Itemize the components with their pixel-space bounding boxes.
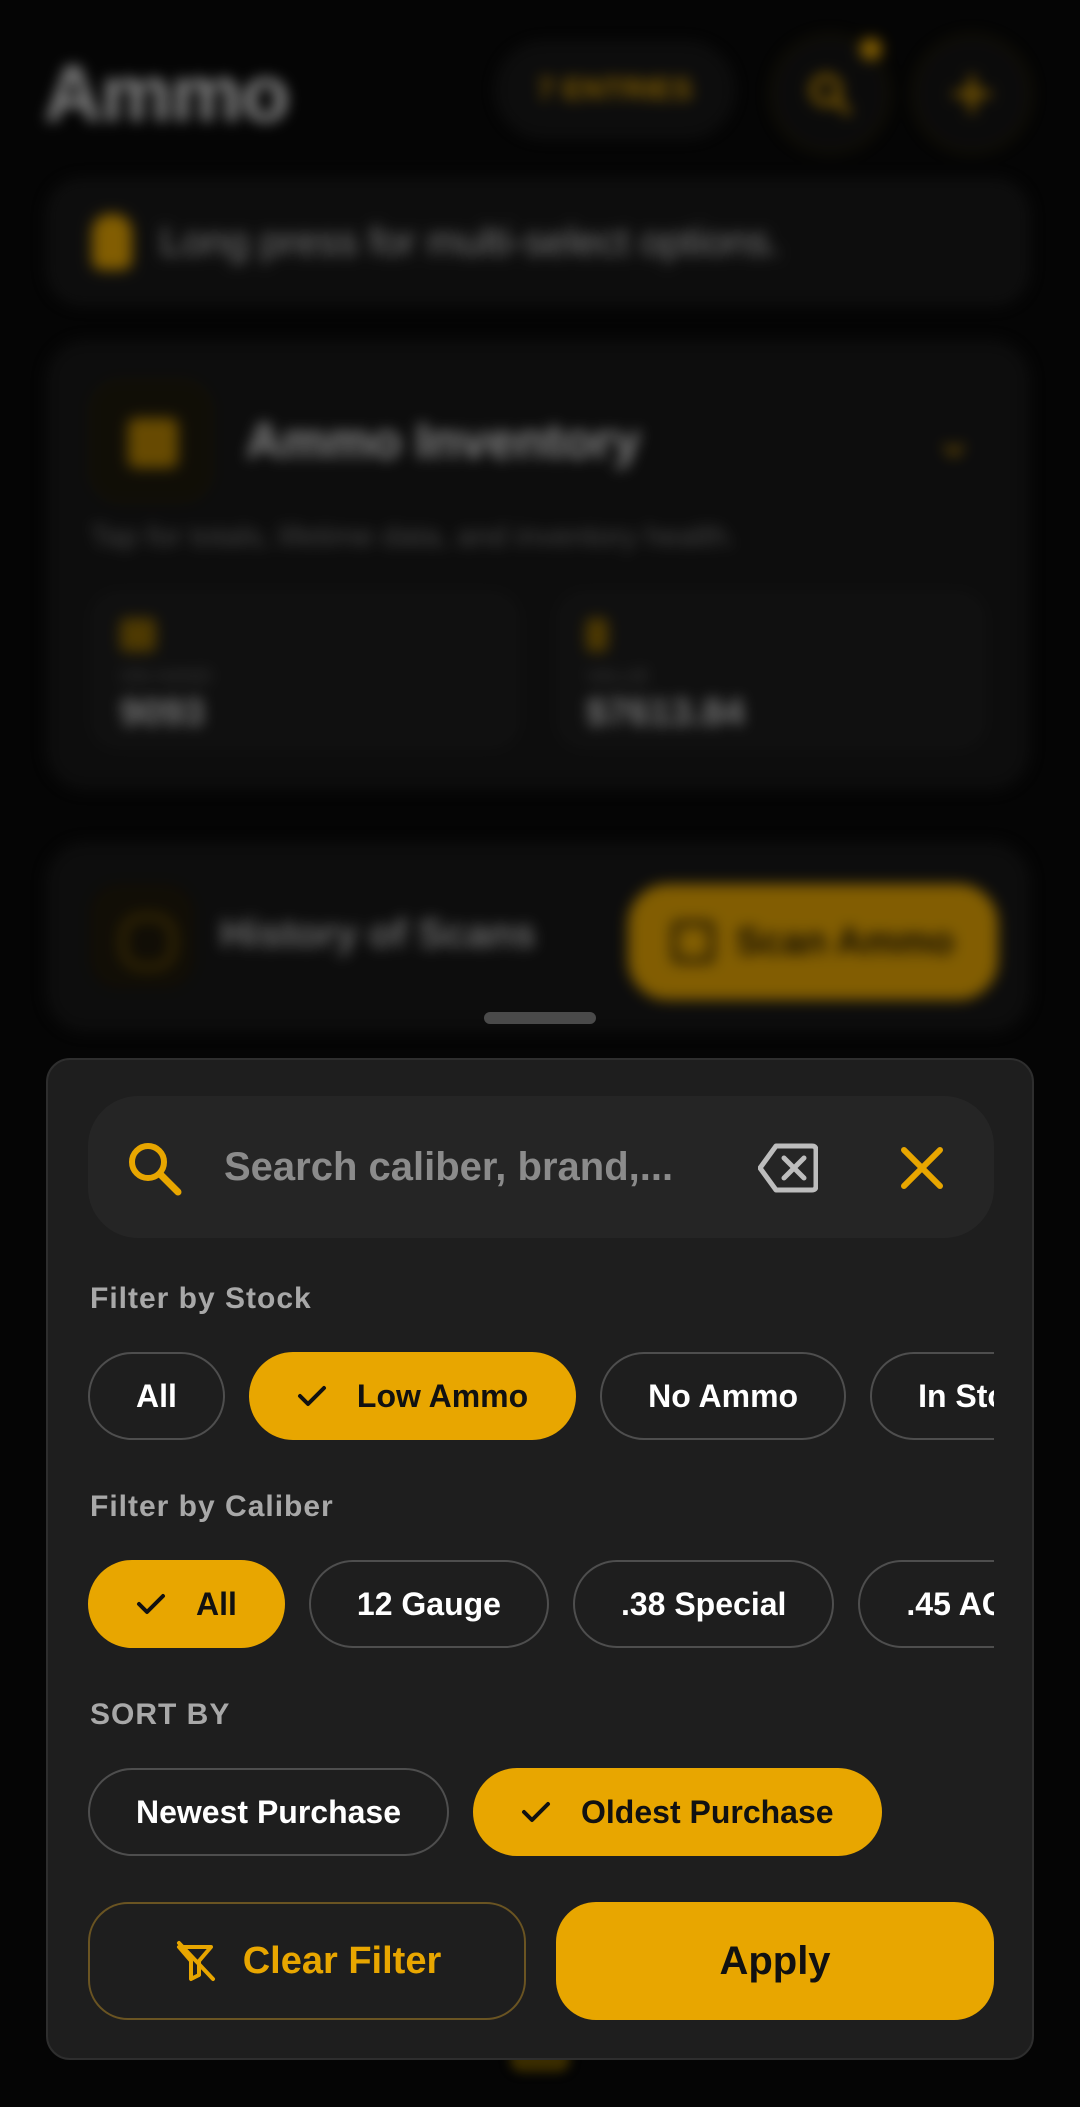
stock-chip-row[interactable]: All Low Ammo No Ammo In Stock	[88, 1352, 994, 1442]
chip-label: Low Ammo	[356, 1377, 529, 1414]
chip-label: All	[136, 1377, 177, 1414]
chip-stock-in-stock[interactable]: In Stock	[870, 1352, 994, 1440]
box-icon	[120, 618, 156, 652]
stat-value-total: VALUE $7613.84	[556, 590, 986, 750]
chip-caliber-12-gauge[interactable]: 12 Gauge	[308, 1560, 549, 1648]
chip-caliber-45-acp[interactable]: .45 ACP	[858, 1560, 994, 1648]
chip-label: No Ammo	[648, 1377, 799, 1414]
chip-label: .38 Special	[620, 1585, 787, 1622]
scan-icon	[671, 921, 714, 963]
chip-sort-newest[interactable]: Newest Purchase	[88, 1768, 450, 1856]
stat-value: 9093	[120, 692, 205, 734]
sort-by-label: SORT BY	[90, 1698, 231, 1731]
filter-by-stock-label: Filter by Stock	[90, 1282, 312, 1315]
app-title: Ammo	[44, 49, 290, 138]
search-bar	[88, 1096, 994, 1238]
chip-stock-all[interactable]: All	[88, 1352, 225, 1440]
check-icon	[137, 1594, 165, 1614]
chip-label: All	[196, 1585, 237, 1622]
history-icon	[90, 884, 194, 988]
inventory-card: Ammo Inventory ⌄ Tap for totals, lifetim…	[46, 340, 1030, 790]
scans-card: History of Scans Scan Ammo	[46, 842, 1030, 1032]
search-icon	[129, 1143, 182, 1196]
chip-label: 12 Gauge	[356, 1585, 501, 1622]
sheet-drag-handle[interactable]	[484, 1012, 596, 1024]
plus-icon	[953, 75, 991, 113]
backspace-icon[interactable]	[758, 1140, 818, 1196]
history-of-scans-label: History of Scans	[220, 912, 536, 956]
check-icon	[297, 1386, 326, 1406]
hint-text: Long press for multi-select options.	[160, 219, 781, 264]
close-icon[interactable]	[898, 1144, 946, 1192]
apply-label: Apply	[719, 1938, 831, 1983]
scan-ammo-label: Scan Ammo	[735, 920, 955, 963]
search-input[interactable]	[224, 1132, 704, 1202]
stat-label: VALUE	[586, 666, 651, 688]
chip-stock-low-ammo[interactable]: Low Ammo	[248, 1352, 577, 1440]
chip-caliber-all[interactable]: All	[88, 1560, 285, 1648]
lightbulb-icon	[92, 214, 132, 270]
sort-chip-row[interactable]: Newest Purchase Oldest Purchase	[88, 1768, 994, 1858]
entries-count-pill: 7 ENTRIES	[496, 42, 734, 138]
scan-ammo-button: Scan Ammo	[628, 884, 998, 1000]
chip-label: In Stock	[918, 1377, 994, 1414]
clear-filter-button[interactable]: Clear Filter	[88, 1902, 526, 2020]
inventory-subtitle: Tap for totals, lifetime data, and inven…	[90, 520, 736, 553]
stat-label: ON HAND	[120, 666, 213, 688]
chip-caliber-38-special[interactable]: .38 Special	[572, 1560, 835, 1648]
apply-button[interactable]: Apply	[556, 1902, 994, 2020]
check-icon	[522, 1802, 551, 1822]
filter-sheet: Filter by Stock All Low Ammo No Ammo In …	[46, 1058, 1034, 2060]
chevron-down-icon: ⌄	[933, 414, 974, 467]
hint-banner: Long press for multi-select options.	[46, 178, 1030, 306]
search-icon	[810, 74, 851, 115]
chip-label: .45 ACP	[906, 1585, 994, 1622]
dollar-icon	[586, 618, 608, 652]
chip-sort-oldest[interactable]: Oldest Purchase	[473, 1768, 882, 1856]
inventory-title: Ammo Inventory	[246, 413, 641, 469]
stat-value: $7613.84	[586, 692, 745, 734]
chip-label: Oldest Purchase	[581, 1793, 834, 1830]
filter-off-icon	[176, 1941, 215, 1981]
stat-on-hand: ON HAND 9093	[90, 590, 520, 750]
chip-label: Newest Purchase	[136, 1793, 402, 1830]
ammo-box-icon	[90, 380, 212, 502]
caliber-chip-row[interactable]: All 12 Gauge .38 Special .45 ACP	[88, 1560, 994, 1650]
notification-dot	[860, 38, 882, 60]
clear-filter-label: Clear Filter	[242, 1939, 442, 1982]
filter-by-caliber-label: Filter by Caliber	[90, 1490, 334, 1523]
chip-stock-no-ammo[interactable]: No Ammo	[600, 1352, 847, 1440]
add-button	[912, 34, 1032, 154]
